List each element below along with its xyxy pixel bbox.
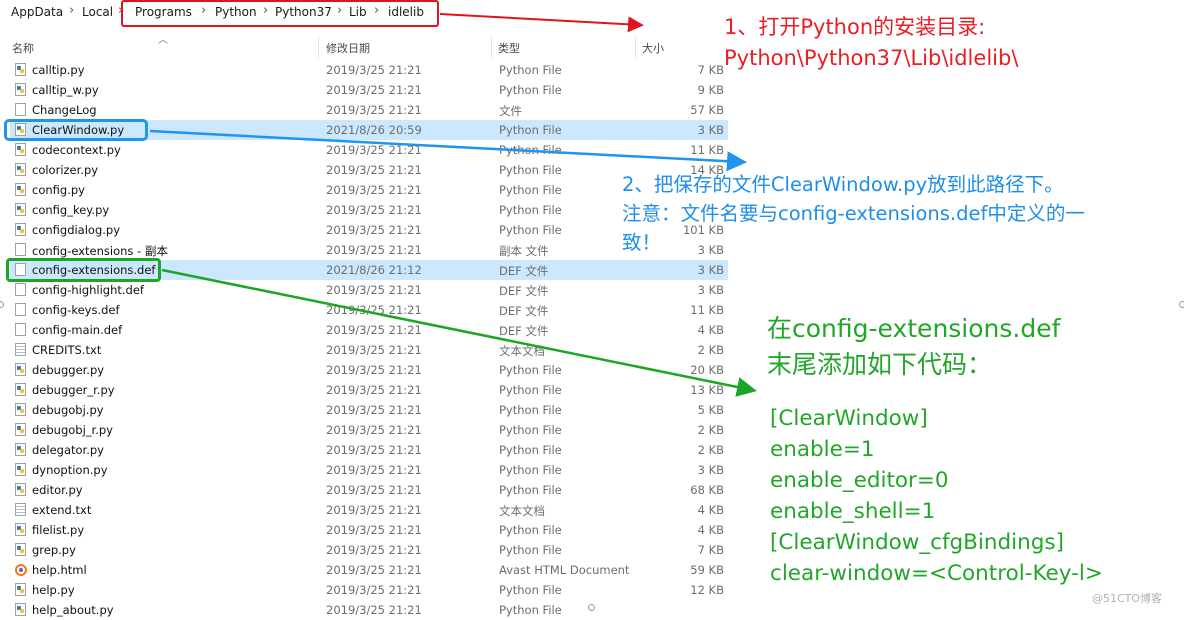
step1-annotation: 1、打开Python的安装目录: Python\Python37\Lib\idl… (724, 12, 1018, 74)
code-line: enable_editor=0 (770, 468, 949, 493)
code-snippet: [ClearWindow] enable=1 enable_editor=0 e… (770, 403, 1103, 589)
code-line: enable=1 (770, 437, 875, 462)
step1-line: Python\Python37\Lib\idlelib\ (724, 46, 1019, 70)
step1-line: 1、打开Python的安装目录: (724, 15, 986, 39)
red-arrow (439, 13, 644, 33)
step3-annotation: 在config-extensions.def 末尾添加如下代码： (767, 311, 1060, 383)
code-line: [ClearWindow] (770, 406, 928, 431)
code-line: [ClearWindow_cfgBindings] (770, 530, 1065, 555)
resize-handle-icon[interactable] (1179, 301, 1184, 308)
step2-line: 2、把保存的文件ClearWindow.py放到此路径下。 (622, 173, 1064, 196)
code-line: clear-window=<Control-Key-l> (770, 561, 1103, 586)
watermark: @51CTO博客 (1092, 592, 1163, 605)
step2-line: 致！ (622, 231, 662, 254)
green-arrow (161, 268, 757, 397)
step2-line: 注意：文件名要与config-extensions.def中定义的一 (622, 202, 1085, 225)
step3-line: 末尾添加如下代码： (767, 350, 993, 379)
code-line: enable_shell=1 (770, 499, 936, 524)
resize-handle-icon[interactable] (588, 604, 595, 611)
blue-arrow (149, 129, 747, 172)
step2-annotation: 2、把保存的文件ClearWindow.py放到此路径下。 注意：文件名要与co… (622, 170, 1085, 257)
step3-line: 在config-extensions.def (767, 314, 1061, 343)
